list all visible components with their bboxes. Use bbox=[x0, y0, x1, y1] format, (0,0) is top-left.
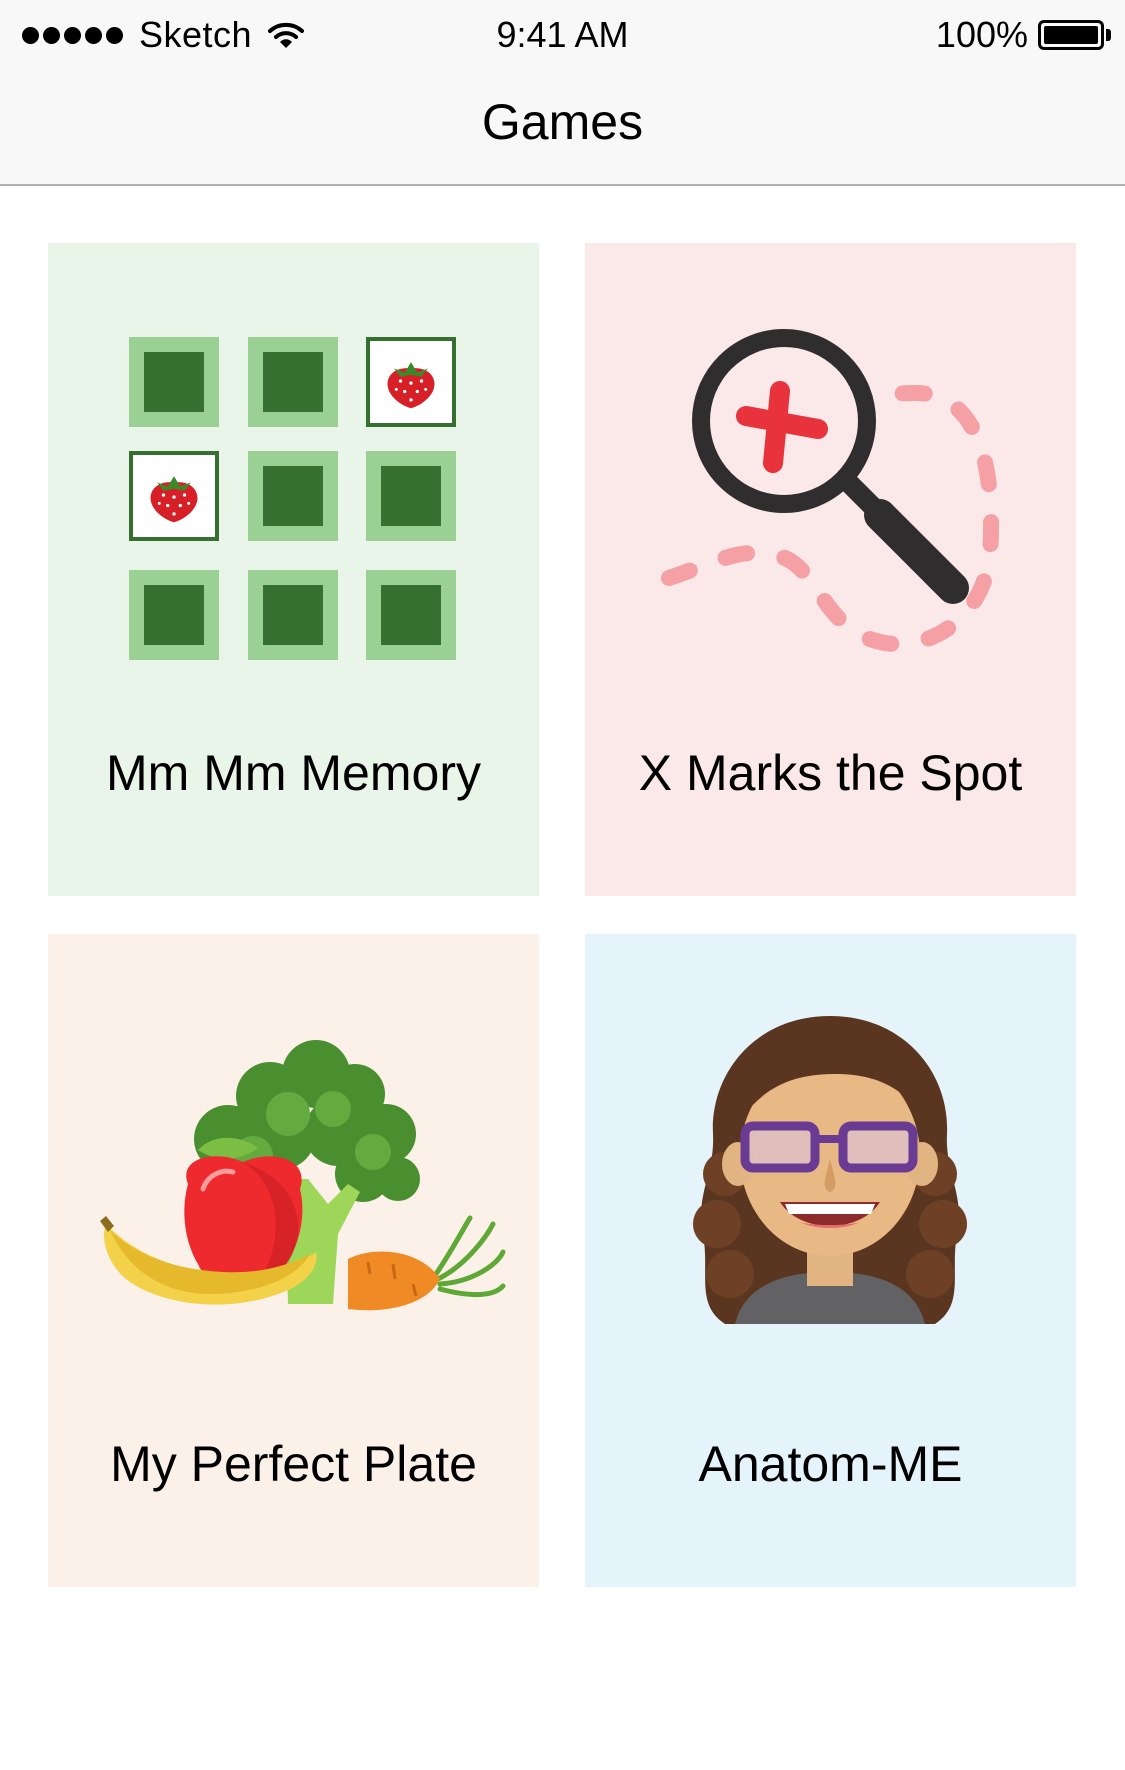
game-title: Mm Mm Memory bbox=[106, 745, 481, 801]
status-right: 100% bbox=[936, 12, 1111, 58]
game-card-anatom-me[interactable]: Anatom-ME bbox=[585, 934, 1076, 1587]
page-title: Games bbox=[481, 94, 644, 150]
game-title: My Perfect Plate bbox=[110, 1436, 477, 1492]
game-card-memory[interactable]: Mm Mm Memory bbox=[48, 243, 539, 896]
status-bar: Sketch 9:41 AM 100% bbox=[0, 0, 1125, 70]
game-title: X Marks the Spot bbox=[638, 745, 1023, 801]
fruit-vegetables-icon bbox=[100, 1040, 506, 1311]
magnifier-treasure-map-icon bbox=[661, 329, 1000, 653]
memory-grid-icon bbox=[129, 337, 456, 660]
game-card-x-marks-the-spot[interactable]: X Marks the Spot bbox=[585, 243, 1076, 896]
avatar-girl-icon bbox=[693, 1016, 967, 1324]
game-title: Anatom-ME bbox=[698, 1436, 963, 1492]
game-card-my-perfect-plate[interactable]: My Perfect Plate bbox=[48, 934, 539, 1587]
navigation-bar: Games bbox=[0, 70, 1125, 186]
battery-tip bbox=[1106, 29, 1111, 41]
battery-percentage: 100% bbox=[935, 14, 1028, 55]
battery-icon bbox=[1038, 20, 1104, 50]
